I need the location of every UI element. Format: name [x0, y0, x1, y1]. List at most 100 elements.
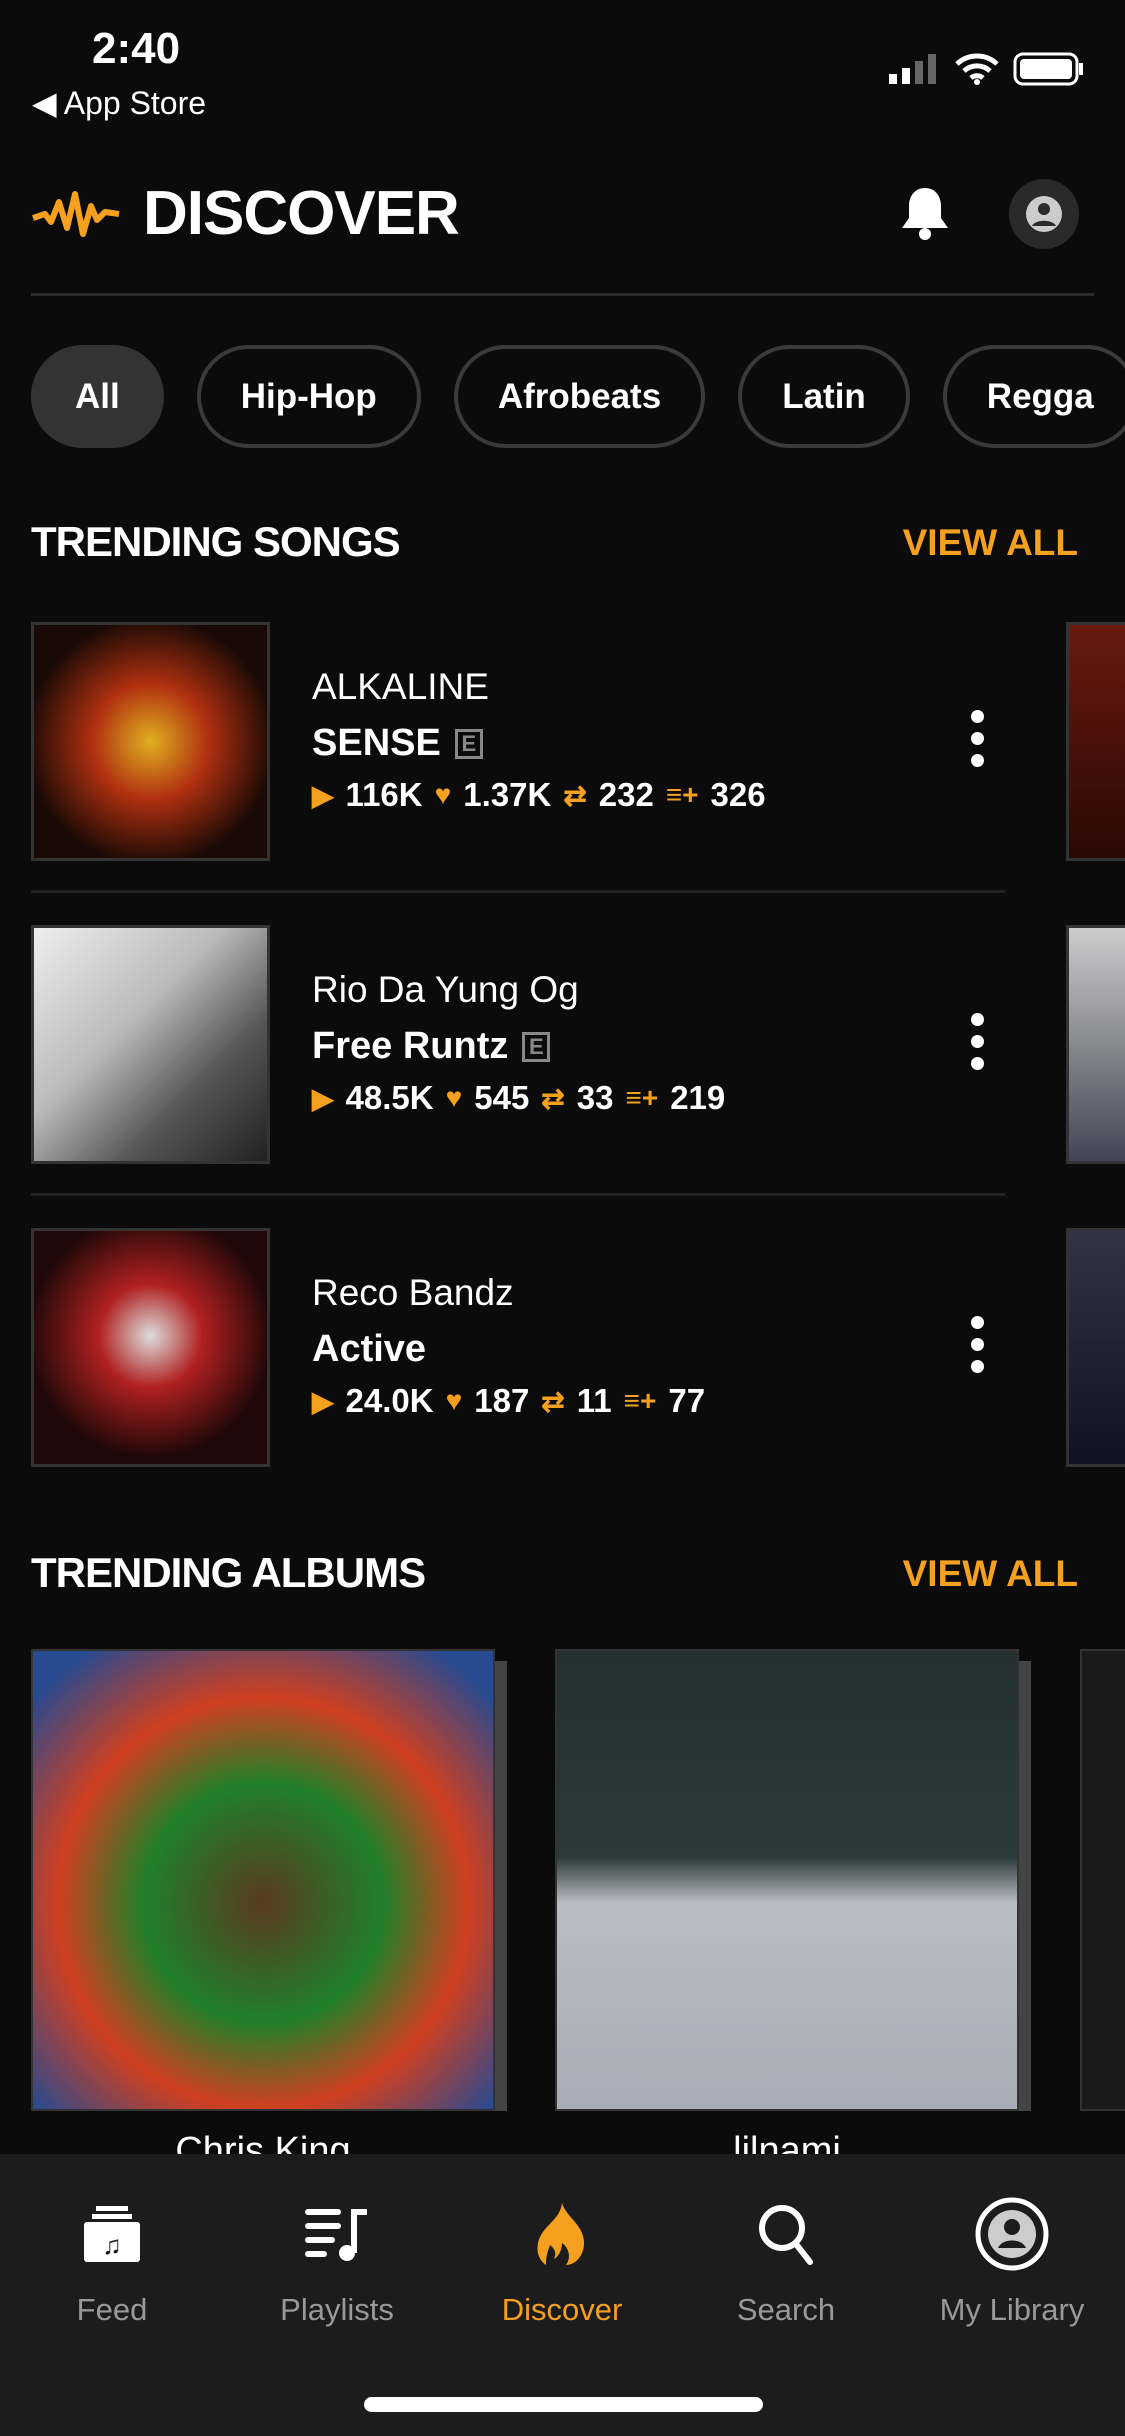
favorites-count: 545: [474, 1079, 530, 1116]
trending-albums-view-all[interactable]: VIEW ALL: [903, 1553, 1078, 1595]
home-indicator[interactable]: [364, 2397, 763, 2412]
tab-label: Playlists: [280, 2292, 394, 2327]
song-title: Free Runtz: [312, 1025, 509, 1067]
song-title-wrap: SENSE E: [312, 722, 483, 765]
song-artist: ALKALINE: [312, 666, 489, 707]
trending-albums-title: TRENDING ALBUMS: [31, 1549, 426, 1596]
back-arrow-icon: ◀: [32, 85, 57, 121]
reposts-count: 232: [598, 776, 654, 813]
heart-icon: ♥: [445, 1385, 463, 1416]
chip-reggae[interactable]: Regga: [942, 345, 1125, 448]
reposts-count: 11: [576, 1382, 612, 1419]
svg-text:♫: ♫: [102, 2230, 122, 2260]
explicit-badge: E: [454, 728, 483, 759]
profile-icon: [1026, 196, 1062, 232]
next-page-artwork: [1066, 1228, 1125, 1467]
chip-afrobeats[interactable]: Afrobeats: [453, 345, 706, 448]
song-artwork: [31, 1228, 270, 1467]
more-options-icon[interactable]: [965, 710, 989, 767]
genre-filter-chips: All Hip-Hop Afrobeats Latin Regga: [31, 345, 1125, 448]
song-row[interactable]: ALKALINE SENSE E ▶ 116K ♥ 1.37K ⇄ 232 ≡+ 326: [0, 622, 1125, 925]
chip-latin[interactable]: Latin: [738, 345, 910, 448]
play-icon: ▶: [312, 1385, 334, 1417]
song-stats: ▶ 24.0K ♥ 187 ⇄ 11 ≡+ 77: [312, 1382, 705, 1420]
next-page-artwork: [1066, 925, 1125, 1164]
favorites-count: 187: [474, 1382, 530, 1419]
header-divider: [31, 293, 1094, 296]
playlist-adds-count: 326: [710, 776, 766, 813]
favorites-count: 1.37K: [463, 776, 552, 813]
bell-icon[interactable]: [898, 184, 952, 242]
flame-icon: [537, 2203, 584, 2265]
play-icon: ▶: [312, 1082, 334, 1114]
more-options-icon[interactable]: [965, 1013, 989, 1070]
back-label: App Store: [63, 85, 207, 121]
tab-bar: ♫ Feed Playlists Discover Search My Libr…: [0, 2154, 1125, 2436]
page-title: DISCOVER: [143, 179, 460, 248]
plays-count: 116K: [345, 776, 423, 813]
repost-icon: ⇄: [541, 1082, 565, 1114]
audiomack-logo-icon: [32, 191, 120, 237]
wifi-icon: [955, 53, 999, 85]
tab-label: Search: [736, 2292, 836, 2327]
tab-my-library[interactable]: My Library: [912, 2194, 1112, 2328]
tab-label: My Library: [939, 2292, 1085, 2327]
album-cover: [1080, 1649, 1125, 2111]
feed-icon: ♫: [84, 2206, 140, 2262]
search-icon: [759, 2205, 813, 2265]
trending-songs-view-all[interactable]: VIEW ALL: [903, 522, 1078, 564]
album-cover: [555, 1649, 1019, 2111]
tab-label: Discover: [501, 2292, 623, 2327]
album-card[interactable]: [1080, 1649, 1125, 2111]
tab-feed[interactable]: ♫ Feed: [12, 2194, 212, 2328]
signal-icon: [889, 54, 936, 84]
song-artwork: [31, 925, 270, 1164]
song-row[interactable]: Rio Da Yung Og Free Runtz E ▶ 48.5K ♥ 545 ⇄ 33…: [0, 925, 1125, 1228]
library-icon: [975, 2197, 1049, 2271]
playlist-add-icon: ≡+: [625, 1082, 659, 1113]
album-cover: [31, 1649, 495, 2111]
album-card[interactable]: [555, 1649, 1031, 2111]
tab-label: Feed: [76, 2292, 148, 2327]
song-artist: Rio Da Yung Og: [312, 969, 579, 1010]
repost-icon: ⇄: [563, 779, 587, 811]
song-artist: Reco Bandz: [312, 1272, 514, 1313]
song-stats: ▶ 48.5K ♥ 545 ⇄ 33 ≡+ 219: [312, 1079, 725, 1117]
chip-hip-hop[interactable]: Hip-Hop: [196, 345, 421, 448]
song-stats: ▶ 116K ♥ 1.37K ⇄ 232 ≡+ 326: [312, 776, 766, 814]
plays-count: 24.0K: [345, 1382, 434, 1419]
row-divider: [31, 890, 1005, 893]
album-card[interactable]: [31, 1649, 507, 2111]
play-icon: ▶: [312, 779, 334, 811]
song-row[interactable]: Reco Bandz Active ▶ 24.0K ♥ 187 ⇄ 11 ≡+ 77: [0, 1228, 1125, 1531]
song-title: SENSE: [312, 722, 441, 764]
profile-button[interactable]: [1009, 179, 1079, 249]
tab-search[interactable]: Search: [686, 2194, 886, 2328]
trending-songs-title: TRENDING SONGS: [31, 518, 401, 565]
more-options-icon[interactable]: [965, 1316, 989, 1373]
heart-icon: ♥: [434, 779, 452, 810]
heart-icon: ♥: [445, 1082, 463, 1113]
playlist-add-icon: ≡+: [623, 1385, 657, 1416]
playlist-adds-count: 219: [670, 1079, 726, 1116]
playlist-adds-count: 77: [668, 1382, 706, 1419]
explicit-badge: E: [522, 1031, 551, 1062]
status-time: 2:40: [92, 24, 181, 73]
song-title-wrap: Free Runtz E: [312, 1025, 551, 1068]
repost-icon: ⇄: [541, 1385, 565, 1417]
next-page-artwork: [1066, 622, 1125, 861]
back-to-app-store[interactable]: ◀ App Store: [32, 84, 206, 122]
status-icons: [889, 52, 1085, 86]
song-title: Active: [312, 1328, 427, 1370]
playlist-add-icon: ≡+: [665, 779, 699, 810]
playlists-icon: [305, 2209, 367, 2261]
chip-all[interactable]: All: [31, 345, 164, 448]
row-divider: [31, 1193, 1005, 1196]
reposts-count: 33: [576, 1079, 614, 1116]
song-artwork: [31, 622, 270, 861]
song-title-wrap: Active: [312, 1328, 426, 1371]
plays-count: 48.5K: [345, 1079, 434, 1116]
battery-icon: [1013, 52, 1083, 86]
tab-discover[interactable]: Discover: [462, 2194, 662, 2328]
tab-playlists[interactable]: Playlists: [237, 2194, 437, 2328]
